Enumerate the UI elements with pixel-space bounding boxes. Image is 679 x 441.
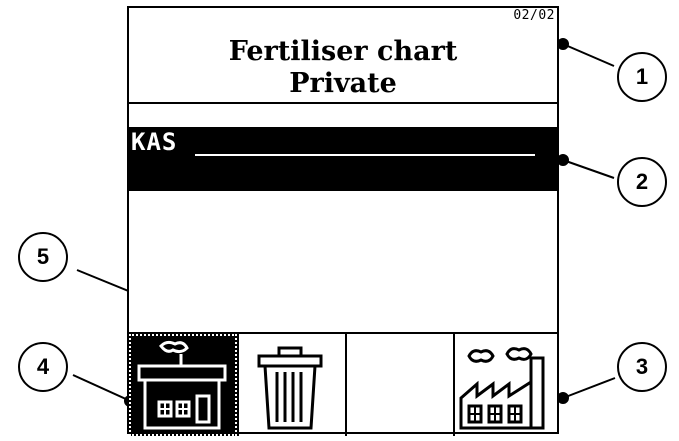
- fertiliser-list-item-selected[interactable]: KAS: [129, 127, 557, 191]
- softkey-factory[interactable]: [453, 334, 557, 436]
- screen-subtitle: Private: [289, 68, 397, 99]
- softkey-farm[interactable]: [129, 334, 237, 436]
- farmhouse-icon: [137, 340, 227, 430]
- trash-can-icon: [257, 346, 323, 430]
- softkey-empty[interactable]: [345, 334, 453, 436]
- callout-3: 3: [617, 342, 667, 392]
- callout-4: 4: [18, 342, 68, 392]
- callout-5: 5: [18, 232, 68, 282]
- page-indicator: 02/02: [513, 8, 555, 23]
- callout-2: 2: [617, 157, 667, 207]
- header-divider: [129, 102, 557, 104]
- display-screen: 02/02 Fertiliser chart Private KAS: [127, 6, 559, 436]
- screen-title: Fertiliser chart: [228, 36, 458, 67]
- factory-icon: [459, 347, 545, 430]
- softkey-bar: [129, 332, 557, 436]
- callout-1: 1: [617, 52, 667, 102]
- softkey-delete[interactable]: [237, 334, 345, 436]
- fertiliser-name: KAS: [131, 128, 178, 156]
- entry-underline: [195, 154, 535, 156]
